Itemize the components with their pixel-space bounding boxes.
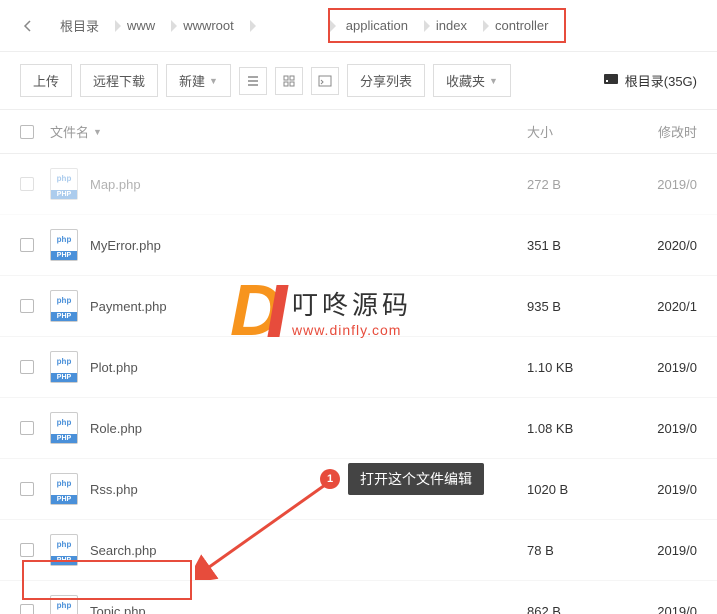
table-row[interactable]: Role.php 1.08 KB2019/0 bbox=[0, 398, 717, 459]
crumb-controller[interactable]: controller bbox=[481, 12, 562, 39]
column-date[interactable]: 修改时 bbox=[637, 122, 697, 141]
share-list-button[interactable]: 分享列表 bbox=[347, 64, 425, 97]
crumb-index[interactable]: index bbox=[422, 12, 481, 39]
file-date: 2019/0 bbox=[637, 360, 697, 375]
table-row[interactable]: Plot.php 1.10 KB2019/0 bbox=[0, 337, 717, 398]
select-all-checkbox[interactable] bbox=[20, 125, 34, 139]
php-file-icon bbox=[50, 412, 78, 444]
annotation: 1 打开这个文件编辑 bbox=[320, 463, 484, 495]
table-row[interactable]: Search.php 78 B2019/0 bbox=[0, 520, 717, 581]
column-name[interactable]: 文件名▼ bbox=[50, 122, 527, 141]
php-file-icon bbox=[50, 351, 78, 383]
new-button[interactable]: 新建▼ bbox=[166, 64, 231, 97]
file-date: 2019/0 bbox=[637, 177, 697, 192]
file-date: 2020/1 bbox=[637, 299, 697, 314]
file-name: Payment.php bbox=[90, 299, 167, 314]
upload-button[interactable]: 上传 bbox=[20, 64, 72, 97]
php-file-icon bbox=[50, 290, 78, 322]
row-checkbox[interactable] bbox=[20, 421, 34, 435]
file-name: Rss.php bbox=[90, 482, 138, 497]
favorites-button[interactable]: 收藏夹▼ bbox=[433, 64, 511, 97]
disk-info: 根目录(35G) bbox=[603, 71, 697, 90]
file-size: 1.10 KB bbox=[527, 360, 637, 375]
php-file-icon bbox=[50, 534, 78, 566]
file-date: 2019/0 bbox=[637, 604, 697, 614]
file-size: 935 B bbox=[527, 299, 637, 314]
table-header: 文件名▼ 大小 修改时 bbox=[0, 110, 717, 154]
file-name: MyError.php bbox=[90, 238, 161, 253]
table-row[interactable]: Topic.php 862 B2019/0 bbox=[0, 581, 717, 614]
crumb-wwwroot[interactable]: wwwroot bbox=[169, 12, 248, 39]
file-name: Role.php bbox=[90, 421, 142, 436]
file-name: Search.php bbox=[90, 543, 157, 558]
row-checkbox[interactable] bbox=[20, 360, 34, 374]
annotation-text: 打开这个文件编辑 bbox=[348, 463, 484, 495]
file-size: 1020 B bbox=[527, 482, 637, 497]
table-row[interactable]: Payment.php 935 B2020/1 bbox=[0, 276, 717, 337]
file-size: 1.08 KB bbox=[527, 421, 637, 436]
file-size: 862 B bbox=[527, 604, 637, 614]
file-date: 2019/0 bbox=[637, 421, 697, 436]
row-checkbox[interactable] bbox=[20, 299, 34, 313]
annotation-number: 1 bbox=[320, 469, 340, 489]
crumb-www[interactable]: www bbox=[113, 12, 169, 39]
row-checkbox[interactable] bbox=[20, 177, 34, 191]
file-size: 272 B bbox=[527, 177, 637, 192]
php-file-icon bbox=[50, 473, 78, 505]
table-row[interactable]: MyError.php 351 B2020/0 bbox=[0, 215, 717, 276]
file-name: Topic.php bbox=[90, 604, 146, 614]
breadcrumb: 根目录 www wwwroot application index contro… bbox=[0, 0, 717, 52]
terminal-icon[interactable] bbox=[311, 67, 339, 95]
table-row[interactable]: Map.php 272 B2019/0 bbox=[0, 154, 717, 215]
file-name: Map.php bbox=[90, 177, 141, 192]
file-date: 2019/0 bbox=[637, 482, 697, 497]
row-checkbox[interactable] bbox=[20, 482, 34, 496]
file-size: 78 B bbox=[527, 543, 637, 558]
column-size[interactable]: 大小 bbox=[527, 122, 637, 141]
php-file-icon bbox=[50, 595, 78, 614]
view-list-icon[interactable] bbox=[239, 67, 267, 95]
row-checkbox[interactable] bbox=[20, 604, 34, 614]
file-size: 351 B bbox=[527, 238, 637, 253]
php-file-icon bbox=[50, 229, 78, 261]
view-grid-icon[interactable] bbox=[275, 67, 303, 95]
crumb-root[interactable]: 根目录 bbox=[46, 10, 113, 41]
crumb-hidden[interactable] bbox=[248, 20, 328, 32]
crumb-application[interactable]: application bbox=[332, 12, 422, 39]
php-file-icon bbox=[50, 168, 78, 200]
disk-icon bbox=[603, 73, 619, 88]
file-date: 2019/0 bbox=[637, 543, 697, 558]
row-checkbox[interactable] bbox=[20, 238, 34, 252]
highlighted-path: application index controller bbox=[328, 8, 567, 43]
file-name: Plot.php bbox=[90, 360, 138, 375]
back-arrow-icon[interactable] bbox=[20, 18, 36, 34]
file-list: Map.php272 B2019/0MyError.php351 B2020/0… bbox=[0, 154, 717, 614]
file-date: 2020/0 bbox=[637, 238, 697, 253]
toolbar: 上传 远程下载 新建▼ 分享列表 收藏夹▼ 根目录(35G) bbox=[0, 52, 717, 110]
remote-download-button[interactable]: 远程下载 bbox=[80, 64, 158, 97]
row-checkbox[interactable] bbox=[20, 543, 34, 557]
